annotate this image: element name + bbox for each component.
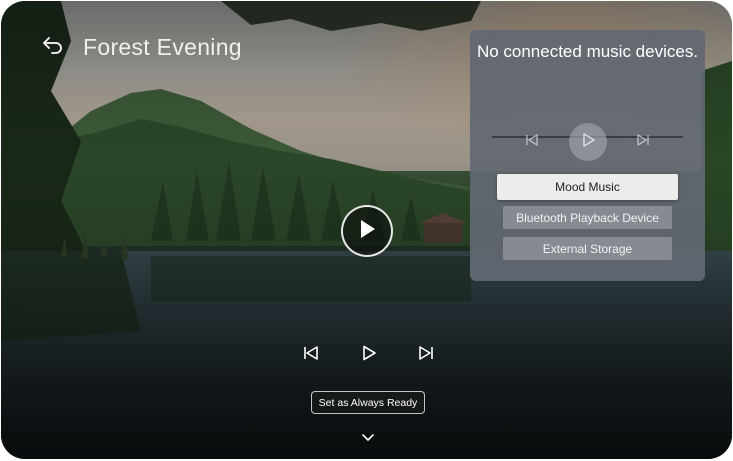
play-small-button[interactable]: [357, 343, 381, 367]
play-button[interactable]: [341, 205, 393, 257]
top-bar: Forest Evening: [39, 31, 242, 63]
page-title: Forest Evening: [83, 33, 242, 60]
option-external-storage[interactable]: External Storage: [503, 237, 672, 260]
screensaver-screen: Forest Evening Set as Always Ready No co…: [1, 1, 732, 459]
set-always-ready-button[interactable]: Set as Always Ready: [311, 391, 425, 414]
chevron-down-icon: [362, 429, 374, 447]
panel-message: No connected music devices.: [476, 42, 699, 61]
play-icon: [361, 345, 377, 366]
music-panel: No connected music devices. Mood Music B…: [470, 30, 705, 281]
panel-play-button[interactable]: [569, 123, 607, 161]
previous-track-button[interactable]: [299, 343, 323, 367]
option-mood-music[interactable]: Mood Music: [497, 174, 678, 200]
expand-button[interactable]: [359, 431, 377, 445]
skip-previous-icon: [303, 345, 319, 366]
play-icon: [580, 132, 596, 153]
back-button[interactable]: [39, 33, 67, 61]
skip-next-icon: [636, 133, 650, 152]
play-icon: [357, 218, 377, 245]
option-bluetooth-playback-device[interactable]: Bluetooth Playback Device: [503, 206, 672, 229]
skip-previous-icon: [525, 133, 539, 152]
panel-previous-button[interactable]: [521, 131, 543, 153]
next-track-button[interactable]: [414, 343, 438, 367]
panel-next-button[interactable]: [632, 131, 654, 153]
back-arrow-icon: [42, 36, 64, 59]
skip-next-icon: [418, 345, 434, 366]
